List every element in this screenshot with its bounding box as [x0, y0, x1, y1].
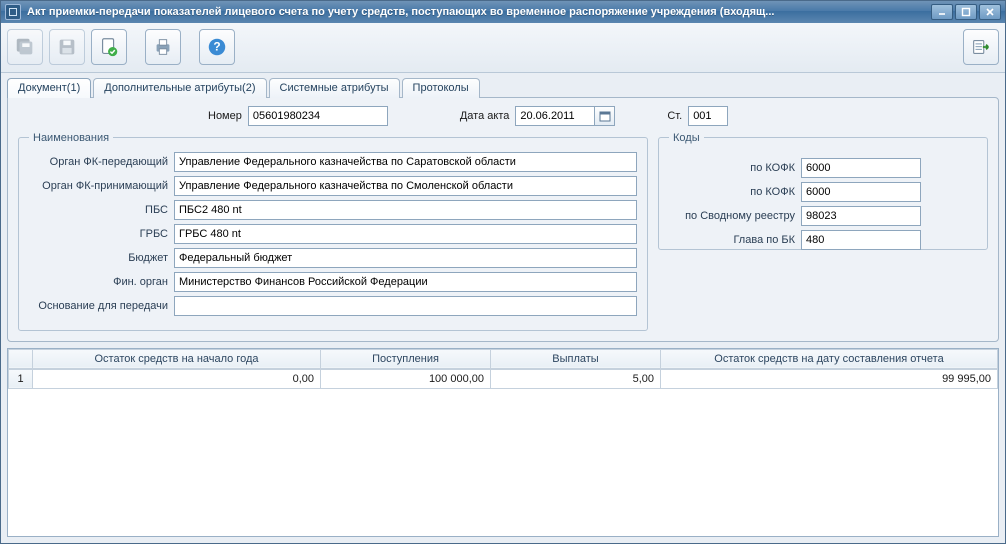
kofk1-field[interactable]	[801, 158, 921, 178]
save-button	[49, 29, 85, 65]
reason-label: Основание для передачи	[29, 300, 174, 312]
svod-field[interactable]	[801, 206, 921, 226]
names-fieldset: Наименования Орган ФК-передающий Орган Ф…	[18, 132, 648, 331]
cell-income[interactable]: 100 000,00	[321, 369, 491, 388]
grid-col-1[interactable]: Остаток средств на начало года	[33, 349, 321, 368]
org-fk-recv-label: Орган ФК-принимающий	[29, 180, 174, 192]
pbs-label: ПБС	[29, 204, 174, 216]
date-picker-button[interactable]	[595, 106, 615, 126]
fin-field[interactable]	[174, 272, 637, 292]
toolbar: ?	[1, 23, 1005, 73]
print-button[interactable]	[145, 29, 181, 65]
grbs-label: ГРБС	[29, 228, 174, 240]
cell-end-balance[interactable]: 99 995,00	[661, 369, 998, 388]
app-window: Акт приемки-передачи показателей лицевог…	[0, 0, 1006, 544]
calendar-icon	[599, 110, 611, 122]
tab-system-attrs[interactable]: Системные атрибуты	[269, 78, 400, 98]
titlebar: Акт приемки-передачи показателей лицевог…	[1, 1, 1005, 23]
grid-corner	[9, 349, 33, 368]
save-disk-copy-button	[7, 29, 43, 65]
reason-field[interactable]	[174, 296, 637, 316]
codes-legend: Коды	[669, 132, 704, 144]
grbs-field[interactable]	[174, 224, 637, 244]
kofk1-label: по КОФК	[669, 162, 801, 174]
grid-col-2[interactable]: Поступления	[321, 349, 491, 368]
codes-fieldset: Коды по КОФК по КОФК по Сводному реестру…	[658, 132, 988, 250]
tab-document[interactable]: Документ(1)	[7, 78, 91, 98]
grid-header: Остаток средств на начало года Поступлен…	[8, 349, 998, 369]
cell-start-balance[interactable]: 0,00	[33, 369, 321, 388]
org-fk-send-label: Орган ФК-передающий	[29, 156, 174, 168]
printer-icon	[152, 36, 174, 58]
tab-protocols[interactable]: Протоколы	[402, 78, 480, 98]
floppy-icon	[56, 36, 78, 58]
maximize-button[interactable]	[955, 4, 977, 20]
number-label: Номер	[208, 110, 242, 122]
tab-extra-attrs[interactable]: Дополнительные атрибуты(2)	[93, 78, 266, 98]
table-row[interactable]: 1 0,00 100 000,00 5,00 99 995,00	[9, 369, 998, 388]
st-label: Ст.	[667, 110, 682, 122]
kofk2-label: по КОФК	[669, 186, 801, 198]
number-field[interactable]	[248, 106, 388, 126]
app-icon	[5, 4, 21, 20]
grid-col-4[interactable]: Остаток средств на дату составления отче…	[661, 349, 998, 368]
kofk2-field[interactable]	[801, 182, 921, 202]
svg-text:?: ?	[213, 40, 220, 54]
window-title: Акт приемки-передачи показателей лицевог…	[27, 6, 931, 18]
tab-bar: Документ(1) Дополнительные атрибуты(2) С…	[1, 73, 1005, 97]
floppy-stack-icon	[14, 36, 36, 58]
summary-grid: Остаток средств на начало года Поступлен…	[7, 348, 999, 537]
cell-out[interactable]: 5,00	[491, 369, 661, 388]
budget-label: Бюджет	[29, 252, 174, 264]
glava-field[interactable]	[801, 230, 921, 250]
org-fk-send-field[interactable]	[174, 152, 637, 172]
budget-field[interactable]	[174, 248, 637, 268]
glava-label: Глава по БК	[669, 234, 801, 246]
export-button[interactable]	[963, 29, 999, 65]
org-fk-recv-field[interactable]	[174, 176, 637, 196]
minimize-button[interactable]	[931, 4, 953, 20]
row-number: 1	[9, 369, 33, 388]
pbs-field[interactable]	[174, 200, 637, 220]
document-check-icon	[98, 36, 120, 58]
date-label: Дата акта	[460, 110, 510, 122]
svod-label: по Сводному реестру	[669, 210, 801, 222]
export-icon	[970, 36, 992, 58]
document-form: Номер Дата акта Ст. Наименования Орган Ф…	[7, 97, 999, 342]
close-button[interactable]	[979, 4, 1001, 20]
grid-body[interactable]: 1 0,00 100 000,00 5,00 99 995,00	[8, 369, 998, 536]
st-field[interactable]	[688, 106, 728, 126]
date-field[interactable]	[515, 106, 595, 126]
help-icon: ?	[206, 36, 228, 58]
validate-button[interactable]	[91, 29, 127, 65]
help-button[interactable]: ?	[199, 29, 235, 65]
names-legend: Наименования	[29, 132, 113, 144]
grid-col-3[interactable]: Выплаты	[491, 349, 661, 368]
fin-label: Фин. орган	[29, 276, 174, 288]
